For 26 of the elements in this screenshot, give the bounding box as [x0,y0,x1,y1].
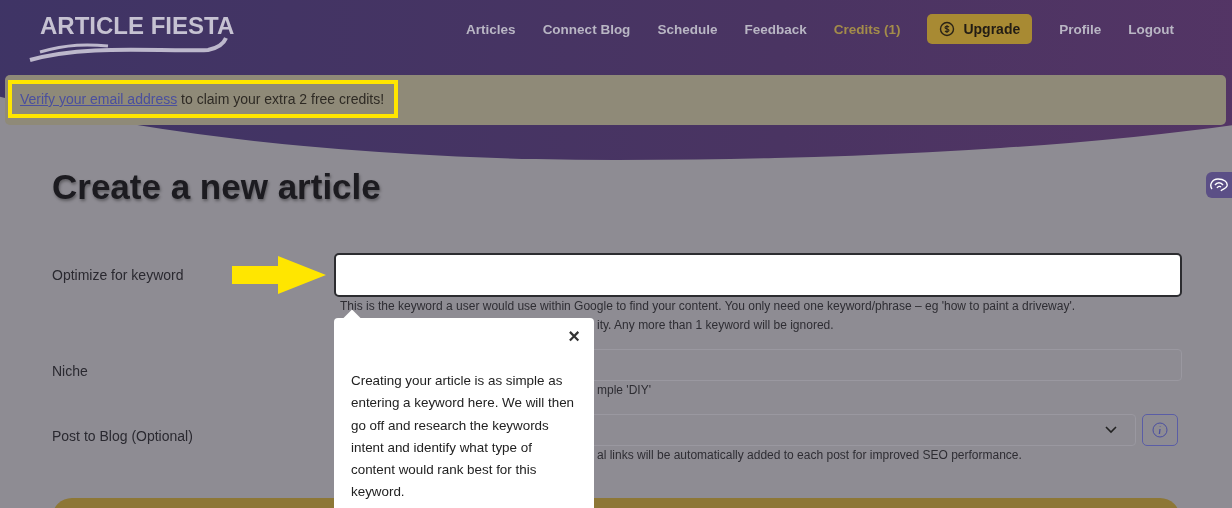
upgrade-button[interactable]: Upgrade [927,14,1033,44]
input-field[interactable] [334,253,1182,297]
credits-link[interactable]: Credits (1) [833,21,901,37]
nav-link[interactable]: Schedule [657,21,718,37]
nav-link[interactable]: Logout [1128,21,1174,37]
chevron-down-icon [1105,426,1117,434]
help-text: ity. Any more than 1 keyword will be ignored. [597,317,834,334]
help-text: mple 'DIY' [597,382,651,399]
notice-text: Verify your email address to claim your extra 2 free credits! [20,91,385,107]
coin-icon [939,21,956,37]
logo-text[interactable]: ARTICLE FIESTA [28,14,235,38]
help-text: This is the keyword a user would use within Google to find your content. You only need one keyword/phrase – eg 'how to paint a driveway'. [340,298,1076,315]
page-title: Create a new article [52,167,381,207]
info-icon [1152,422,1168,438]
nav-link[interactable]: Articles [466,21,516,37]
nav-link[interactable]: Connect Blog [542,21,631,37]
nav-link[interactable]: Feedback [744,21,807,37]
field-label: Post to Blog (Optional) [52,427,193,444]
nav-link[interactable]: Profile [1059,21,1102,37]
field-label: Niche [52,362,88,379]
side-tab[interactable] [1206,172,1232,198]
close-button[interactable]: × [566,326,582,346]
field-label: Optimize for keyword [52,266,184,283]
popover-text: Creating your article is as simple as entering a keyword here. We will then go off and research the keywords intent and identify what type of content would rank best for this keyword. [351,372,576,502]
help-text: al links will be automatically added to each post for improved SEO performance. [597,447,1022,464]
swoosh-icon [28,36,228,62]
